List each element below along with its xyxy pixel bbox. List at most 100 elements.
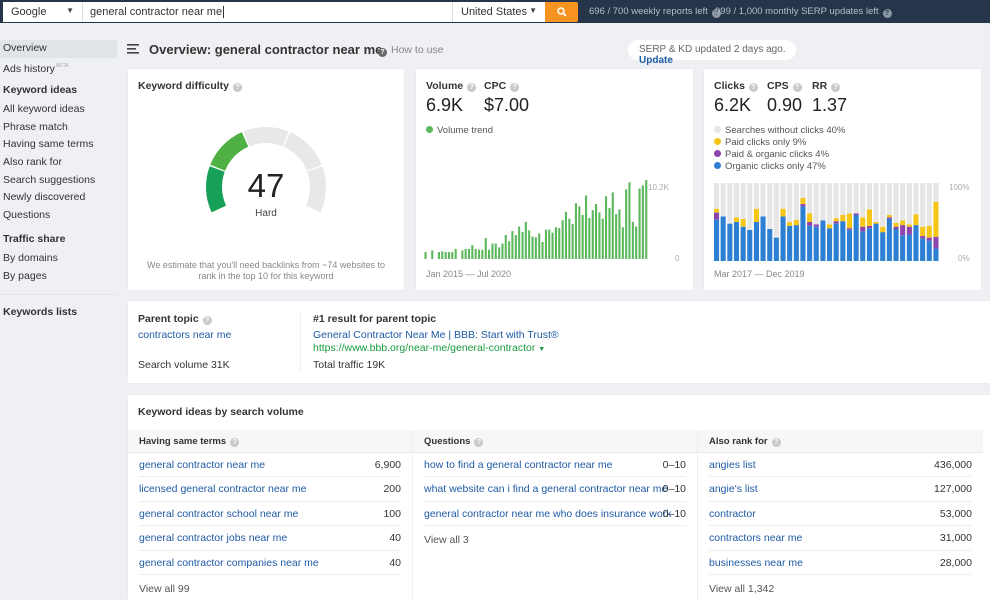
help-icon[interactable]: ? — [771, 438, 781, 447]
keyword-link[interactable]: general contractor near me — [139, 459, 265, 471]
sidebar-item-questions[interactable]: Questions — [0, 207, 117, 225]
keyword-volume: 31,000 — [939, 532, 972, 545]
keyword-row: what website can i find a general contra… — [424, 477, 686, 502]
clicks-legend: Searches without clicks 40% Paid clicks … — [714, 125, 845, 173]
kd-note: We estimate that you'll need backlinks f… — [147, 260, 385, 281]
keyword-link[interactable]: general contractor near me who does insu… — [424, 508, 671, 520]
volume-bar — [498, 247, 501, 259]
update-link[interactable]: Update — [639, 55, 673, 66]
organic-segment — [920, 238, 926, 261]
keyword-link[interactable]: angie's list — [709, 483, 758, 495]
organic-segment — [773, 237, 779, 261]
sidebar-heading-keyword-ideas: Keyword ideas — [3, 84, 78, 97]
keyword-link[interactable]: general contractor jobs near me — [139, 532, 287, 544]
parent-topic-link[interactable]: contractors near me — [138, 329, 231, 341]
legend-item-no-clicks: Searches without clicks 40% — [714, 125, 845, 137]
sidebar-item-also-rank-for[interactable]: Also rank for — [0, 154, 117, 172]
text-cursor: ​ — [223, 6, 225, 18]
help-icon[interactable]: ? — [230, 438, 240, 447]
paid-segment — [787, 222, 793, 226]
keyword-search-input[interactable]: general contractor near me​ — [83, 2, 452, 22]
clicks-value: 6.2K — [714, 95, 752, 115]
help-icon[interactable]: ? — [202, 316, 212, 325]
paid-segment — [860, 217, 866, 227]
sidebar-item-all-keyword-ideas[interactable]: All keyword ideas — [0, 101, 117, 119]
no-click-segment — [733, 183, 739, 218]
view-all-link[interactable]: View all 99 — [139, 575, 401, 595]
no-click-segment — [773, 183, 779, 238]
no-click-segment — [886, 183, 892, 215]
keyword-link[interactable]: how to find a general contractor near me — [424, 459, 613, 471]
sidebar-item-by-pages[interactable]: By pages — [0, 268, 117, 286]
how-to-use-link[interactable]: ? How to use — [378, 44, 444, 57]
search-button[interactable] — [545, 2, 578, 22]
keyword-row: contractors near me 31,000 — [709, 526, 972, 551]
help-icon[interactable]: ? — [748, 83, 758, 92]
help-icon[interactable]: ? — [510, 83, 520, 92]
keyword-link[interactable]: general contractor companies near me — [139, 557, 319, 569]
help-icon[interactable]: ? — [792, 83, 802, 92]
keyword-volume: 0–10 — [662, 507, 686, 520]
sidebar-item-having-same-terms[interactable]: Having same terms — [0, 136, 117, 154]
volume-bar — [484, 238, 487, 259]
volume-label: Volume — [426, 80, 464, 92]
sidebar-item-search-suggestions[interactable]: Search suggestions — [0, 172, 117, 190]
no-click-segment — [880, 183, 886, 227]
volume-bar — [508, 241, 511, 259]
volume-bar — [538, 233, 541, 259]
keyword-link[interactable]: what website can i find a general contra… — [424, 483, 667, 495]
volume-bar — [504, 235, 507, 259]
country-select[interactable]: United States ▼ — [452, 2, 545, 22]
keyword-ideas-title: Keyword ideas by search volume — [138, 406, 304, 418]
volume-bar — [494, 243, 497, 259]
organic-segment — [886, 218, 892, 261]
volume-date-range: Jan 2015 — Jul 2020 — [426, 269, 512, 279]
help-icon[interactable]: ? — [233, 83, 243, 92]
column-header-text: Having same terms — [139, 436, 227, 447]
cpc-value: $7.00 — [484, 95, 530, 115]
keyword-difficulty-card: Keyword difficulty? 47 Hard We estimate … — [128, 69, 404, 290]
volume-bar — [631, 221, 634, 259]
help-icon[interactable]: ? — [882, 9, 892, 18]
help-icon[interactable]: ? — [474, 438, 484, 447]
volume-bar — [531, 236, 534, 259]
organic-segment — [827, 228, 833, 261]
organic-segment — [733, 222, 739, 261]
kd-title-text: Keyword difficulty — [138, 80, 230, 92]
sidebar-item-newly-discovered[interactable]: Newly discovered — [0, 189, 117, 207]
sidebar-item-ads-history[interactable]: Ads historyBETA — [0, 58, 117, 76]
volume-bar — [541, 242, 544, 259]
volume-bar — [628, 182, 631, 259]
legend-item-paid-organic: Paid & organic clicks 4% — [714, 149, 845, 161]
keyword-link[interactable]: angies list — [709, 459, 756, 471]
chevron-down-icon[interactable]: ▼ — [538, 346, 545, 353]
legend-item-organic: Organic clicks only 47% — [714, 161, 845, 173]
menu-icon[interactable] — [127, 44, 139, 54]
no-click-segment — [767, 183, 773, 229]
sidebar-item-overview[interactable]: Overview — [0, 40, 117, 58]
keyword-link[interactable]: licensed general contractor near me — [139, 483, 307, 495]
view-all-link[interactable]: View all 1,342 — [709, 575, 972, 595]
keyword-volume: 200 — [383, 483, 401, 496]
view-all-link[interactable]: View all 3 — [424, 526, 686, 546]
organic-segment — [860, 231, 866, 261]
volume-trend-chart — [424, 180, 648, 259]
keyword-link[interactable]: contractor — [709, 508, 756, 520]
paid-segment — [733, 217, 739, 222]
sidebar-item-phrase-match[interactable]: Phrase match — [0, 119, 117, 137]
help-icon[interactable]: ? — [831, 83, 841, 92]
no-click-segment — [793, 183, 799, 220]
keyword-link[interactable]: general contractor school near me — [139, 508, 298, 520]
search-engine-select[interactable]: Google ▼ — [3, 2, 83, 22]
sidebar-item-by-domains[interactable]: By domains — [0, 250, 117, 268]
help-icon[interactable]: ? — [467, 83, 477, 92]
sidebar-item-keywords-lists[interactable]: Keywords lists — [0, 304, 117, 322]
volume-bar — [605, 196, 608, 259]
top-result-url[interactable]: https://www.bbb.org/near-me/general-cont… — [313, 342, 545, 354]
top-result-link[interactable]: General Contractor Near Me | BBB: Start … — [313, 329, 559, 341]
column-header-text: Also rank for — [709, 436, 768, 447]
keyword-link[interactable]: businesses near me — [709, 557, 803, 569]
paid-organic-segment — [920, 236, 926, 239]
volume-bar — [588, 218, 591, 259]
keyword-link[interactable]: contractors near me — [709, 532, 802, 544]
